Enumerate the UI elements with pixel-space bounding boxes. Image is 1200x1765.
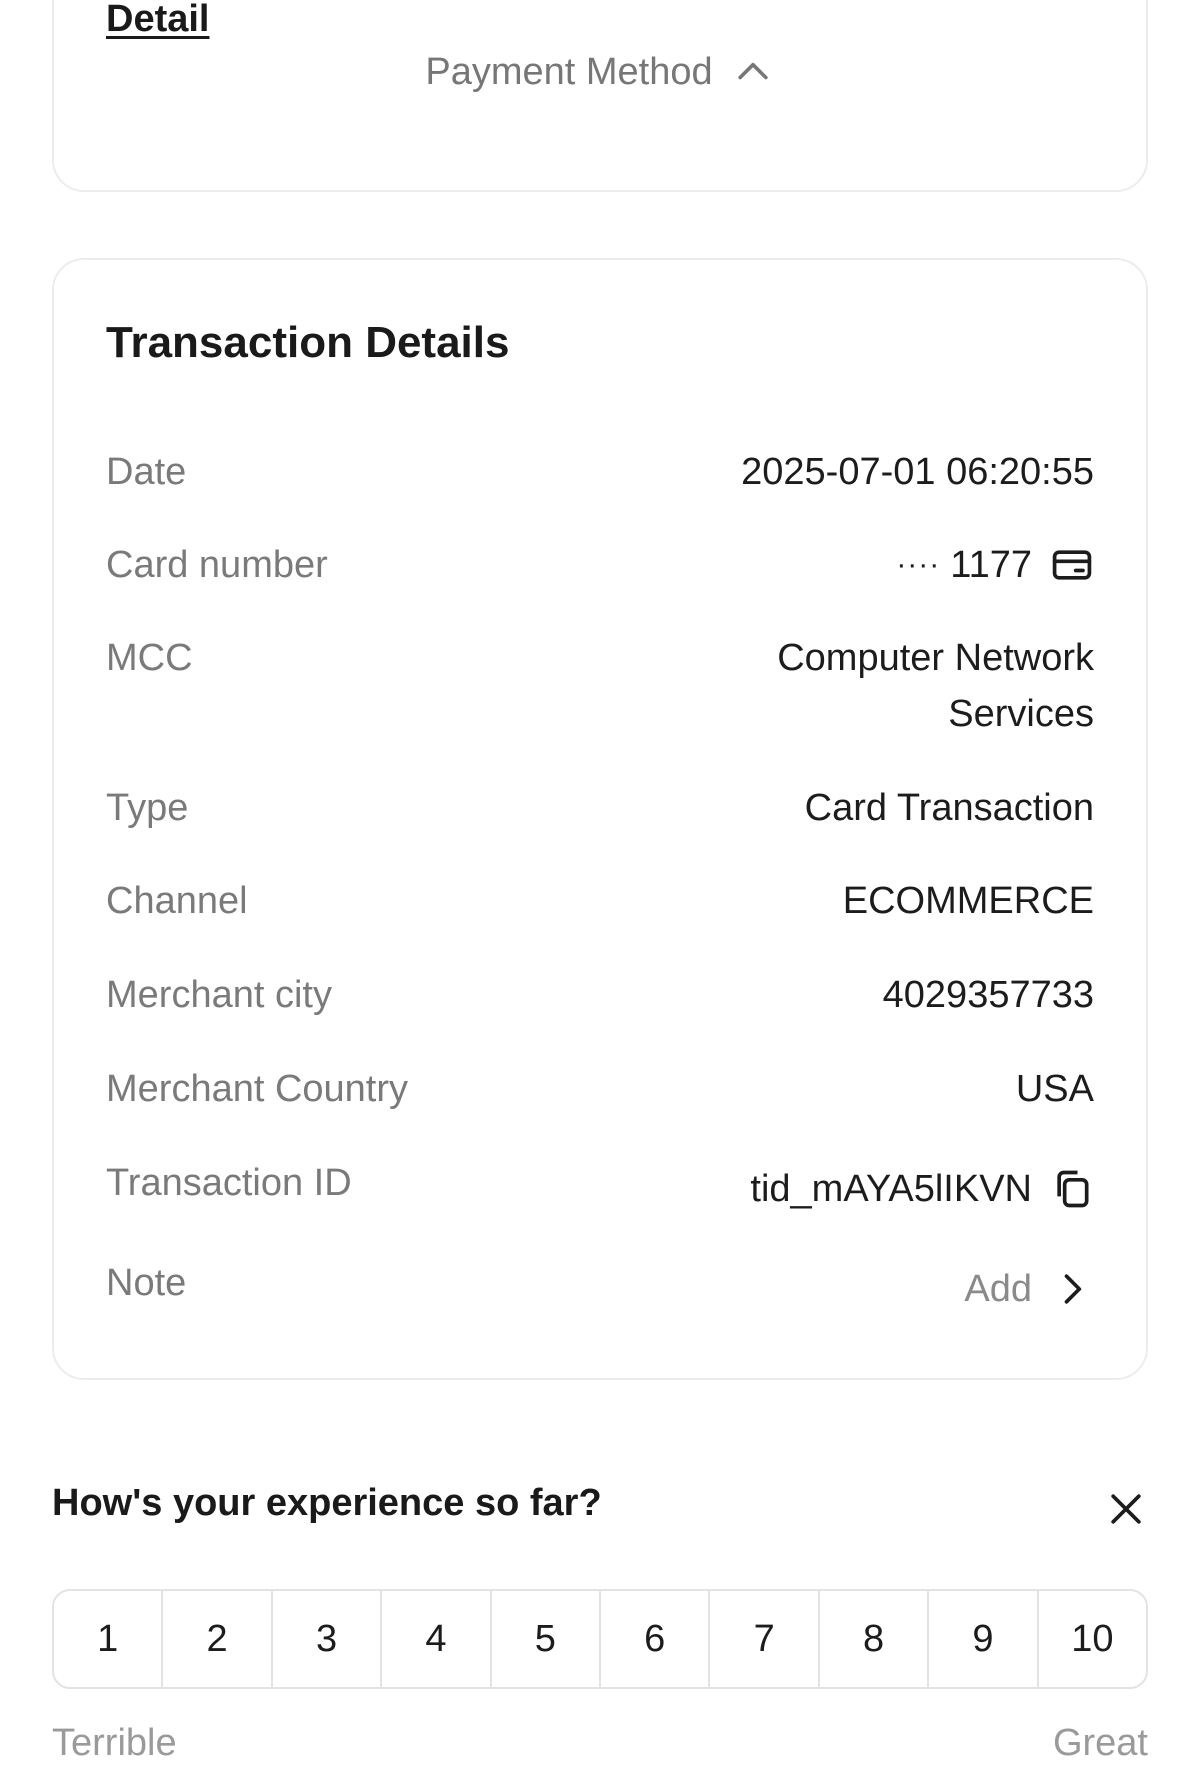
card-mask-dots: ···· xyxy=(896,548,941,581)
type-value: Card Transaction xyxy=(804,787,1094,829)
date-row: Date 2025-07-01 06:20:55 xyxy=(106,444,1094,500)
mcc-row: MCC Computer Network Services xyxy=(106,630,1094,742)
mcc-label: MCC xyxy=(106,637,193,679)
payment-method-label: Payment Method xyxy=(425,50,713,93)
rating-option-6[interactable]: 6 xyxy=(599,1591,708,1687)
add-note-label: Add xyxy=(964,1268,1032,1310)
payment-method-toggle[interactable]: Payment Method xyxy=(54,50,1146,94)
rating-scale: 1 2 3 4 5 6 7 8 9 10 xyxy=(52,1589,1148,1689)
transaction-id-label: Transaction ID xyxy=(106,1162,352,1204)
card-last4: 1177 xyxy=(950,544,1032,586)
rating-option-9[interactable]: 9 xyxy=(927,1591,1036,1687)
merchant-country-row: Merchant Country USA xyxy=(106,1061,1094,1117)
note-label: Note xyxy=(106,1262,187,1304)
rating-option-4[interactable]: 4 xyxy=(380,1591,489,1687)
merchant-city-label: Merchant city xyxy=(106,974,332,1016)
merchant-country-label: Merchant Country xyxy=(106,1068,409,1110)
chevron-up-icon xyxy=(731,50,775,94)
transaction-details-title: Transaction Details xyxy=(106,318,510,367)
card-number-value: ···· 1177 xyxy=(896,537,1094,593)
rating-option-7[interactable]: 7 xyxy=(708,1591,817,1687)
rating-option-10[interactable]: 10 xyxy=(1036,1591,1146,1687)
rating-option-5[interactable]: 5 xyxy=(489,1591,599,1687)
card-icon[interactable] xyxy=(1050,543,1094,587)
feedback-question: How's your experience so far? xyxy=(52,1482,602,1524)
chevron-right-icon xyxy=(1050,1267,1094,1311)
rating-option-3[interactable]: 3 xyxy=(270,1591,380,1687)
channel-label: Channel xyxy=(106,880,248,922)
transaction-details-card: Transaction Details Date 2025-07-01 06:2… xyxy=(52,258,1148,1380)
rating-option-8[interactable]: 8 xyxy=(817,1591,927,1687)
transaction-id-text: tid_mAYA5lIKVN xyxy=(750,1168,1032,1210)
copy-icon[interactable] xyxy=(1050,1167,1094,1211)
rating-option-1[interactable]: 1 xyxy=(54,1591,161,1687)
date-value: 2025-07-01 06:20:55 xyxy=(741,451,1094,493)
card-number-label: Card number xyxy=(106,544,328,586)
mcc-value: Computer Network Services xyxy=(777,637,1094,735)
date-label: Date xyxy=(106,451,187,493)
merchant-city-row: Merchant city 4029357733 xyxy=(106,967,1094,1023)
merchant-city-value: 4029357733 xyxy=(882,974,1094,1016)
transaction-id-row: Transaction ID tid_mAYA5lIKVN xyxy=(106,1155,1094,1217)
transaction-id-value: tid_mAYA5lIKVN xyxy=(750,1161,1094,1217)
detail-link[interactable]: Detail xyxy=(106,0,209,38)
rating-option-2[interactable]: 2 xyxy=(161,1591,270,1687)
card-number-row: Card number ···· 1177 xyxy=(106,537,1094,593)
type-label: Type xyxy=(106,787,189,829)
channel-value: ECOMMERCE xyxy=(842,880,1094,922)
merchant-country-value: USA xyxy=(1015,1068,1094,1110)
close-icon[interactable] xyxy=(1104,1487,1148,1531)
rating-high-label: Great xyxy=(1052,1722,1148,1764)
type-row: Type Card Transaction xyxy=(106,780,1094,836)
payment-summary-card: Detail Payment Method xyxy=(52,0,1148,192)
note-row[interactable]: Note Add xyxy=(106,1255,1094,1317)
channel-row: Channel ECOMMERCE xyxy=(106,873,1094,929)
rating-low-label: Terrible xyxy=(52,1722,177,1764)
add-note-button[interactable]: Add xyxy=(964,1261,1094,1317)
